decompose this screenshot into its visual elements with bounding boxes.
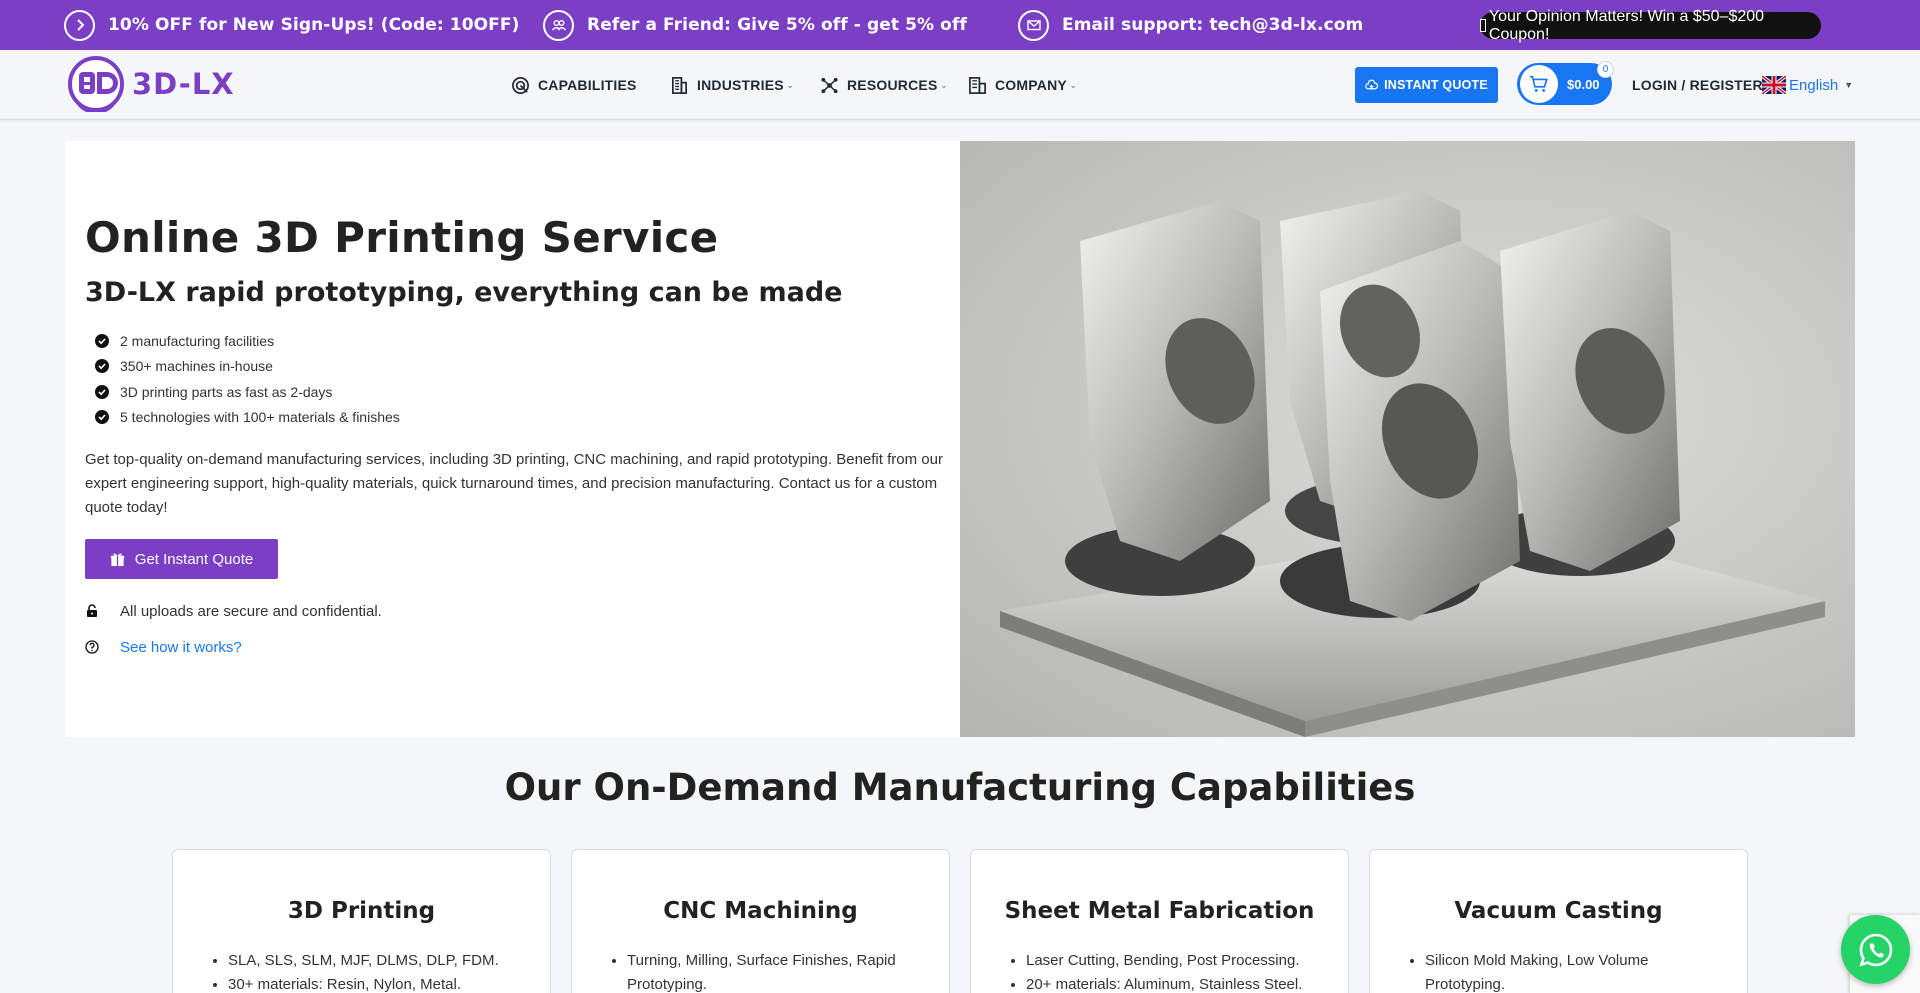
card-title: Sheet Metal Fabrication: [1004, 898, 1315, 924]
site-logo[interactable]: 3D-LX: [64, 56, 235, 114]
hero-feature-list: 2 manufacturing facilities 350+ machines…: [95, 328, 400, 430]
gift-icon: [110, 552, 124, 566]
promo-bar: 10% OFF for New Sign-Ups! (Code: 10OFF) …: [0, 0, 1920, 50]
card-list: Turning, Milling, Surface Finishes, Rapi…: [627, 949, 927, 993]
nav-company[interactable]: COMPANY ⌄: [968, 50, 1077, 120]
nav-resources[interactable]: RESOURCES ⌄: [820, 50, 947, 120]
coupon-survey-button[interactable]: Your Opinion Matters! Win a $50–$200 Cou…: [1480, 8, 1821, 43]
hero-section: Online 3D Printing Service 3D-LX rapid p…: [65, 141, 1855, 737]
chevron-down-icon: ⌄: [1069, 80, 1077, 90]
cart-icon: [1520, 65, 1558, 103]
how-it-works-link[interactable]: See how it works?: [120, 639, 242, 656]
page-subtitle: 3D-LX rapid prototyping, everything can …: [85, 277, 843, 308]
promo-referral[interactable]: Refer a Friend: Give 5% off - get 5% off: [543, 0, 967, 50]
network-icon: [821, 77, 838, 93]
list-item: 350+ machines in-house: [95, 354, 400, 380]
building-icon: [671, 76, 688, 94]
list-item: Laser Cutting, Bending, Post Processing.: [1026, 949, 1326, 973]
chevron-down-icon: ⌄: [786, 80, 794, 90]
list-item: SLA, SLS, SLM, MJF, DLMS, DLP, FDM.: [228, 949, 528, 973]
list-item-text: 350+ machines in-house: [120, 358, 273, 375]
capability-card-vacuum-casting[interactable]: Vacuum Casting Silicon Mold Making, Low …: [1369, 849, 1748, 993]
capability-card-cnc-machining[interactable]: CNC Machining Turning, Milling, Surface …: [571, 849, 950, 993]
card-list: SLA, SLS, SLM, MJF, DLMS, DLP, FDM. 30+ …: [228, 949, 528, 993]
instant-quote-label: INSTANT QUOTE: [1384, 78, 1488, 92]
secure-uploads-text: All uploads are secure and confidential.: [120, 602, 382, 620]
logo-text: 3D-LX: [132, 67, 235, 101]
capability-card-sheet-metal[interactable]: Sheet Metal Fabrication Laser Cutting, B…: [970, 849, 1349, 993]
nav-resources-label: RESOURCES: [847, 77, 938, 93]
cart-total: $0.00: [1567, 76, 1600, 92]
caret-down-icon: ▼: [1844, 80, 1854, 90]
list-item: 20+ materials: Aluminum, Stainless Steel…: [1026, 973, 1326, 993]
cart-count-badge: 0: [1597, 61, 1614, 78]
list-item: 30+ materials: Resin, Nylon, Metal.: [228, 973, 528, 993]
promo-referral-text: Refer a Friend: Give 5% off - get 5% off: [587, 15, 967, 35]
target-icon: [512, 76, 529, 94]
list-item-text: 3D printing parts as fast as 2-days: [120, 383, 333, 400]
list-item: Turning, Milling, Surface Finishes, Rapi…: [627, 949, 927, 993]
language-label: English: [1789, 76, 1839, 94]
chevron-down-icon: ⌄: [940, 80, 948, 90]
unlock-icon: [87, 604, 97, 617]
whatsapp-chat-button[interactable]: [1841, 915, 1910, 984]
secure-uploads-note: All uploads are secure and confidential.: [85, 600, 382, 622]
uk-flag-icon: [1762, 76, 1786, 94]
users-icon: [543, 9, 574, 41]
login-register-link[interactable]: LOGIN / REGISTER: [1632, 50, 1763, 120]
site-header: 3D-LX CAPABILITIES INDUSTRIES ⌄ RESOURCE…: [0, 50, 1920, 120]
cart-button[interactable]: $0.00 0: [1517, 61, 1614, 105]
nav-capabilities-label: CAPABILITIES: [538, 77, 637, 93]
promo-support-text: Email support: tech@3d-lx.com: [1062, 15, 1364, 35]
nav-capabilities[interactable]: CAPABILITIES: [511, 50, 637, 120]
nav-industries-label: INDUSTRIES: [697, 77, 784, 93]
list-item: 3D printing parts as fast as 2-days: [95, 379, 400, 405]
instant-quote-button[interactable]: INSTANT QUOTE: [1355, 67, 1498, 103]
mail-icon: [1018, 9, 1049, 41]
list-item-text: 5 technologies with 100+ materials & fin…: [120, 409, 400, 426]
capabilities-title: Our On-Demand Manufacturing Capabilities: [504, 766, 1416, 809]
list-item: 5 technologies with 100+ materials & fin…: [95, 405, 400, 431]
card-list: Silicon Mold Making, Low Volume Prototyp…: [1425, 949, 1725, 993]
list-item: Silicon Mold Making, Low Volume Prototyp…: [1425, 949, 1725, 993]
promo-signup-text: 10% OFF for New Sign-Ups! (Code: 10OFF): [108, 15, 520, 35]
hero-product-image: [960, 141, 1855, 737]
card-title: CNC Machining: [663, 898, 858, 924]
get-instant-quote-label: Get Instant Quote: [134, 550, 254, 568]
card-list: Laser Cutting, Bending, Post Processing.…: [1026, 949, 1326, 993]
list-item: 2 manufacturing facilities: [95, 328, 400, 354]
check-circle-icon: [95, 333, 109, 348]
promo-support[interactable]: Email support: tech@3d-lx.com: [1018, 0, 1363, 50]
language-selector[interactable]: English ▼: [1762, 50, 1853, 120]
cloud-upload-icon: [1365, 79, 1379, 90]
emoji-placeholder-icon: [1480, 19, 1486, 32]
question-circle-icon: [85, 640, 99, 654]
nav-company-label: COMPANY: [995, 77, 1067, 93]
promo-signup[interactable]: 10% OFF for New Sign-Ups! (Code: 10OFF): [64, 0, 519, 50]
logo-mark-icon: [64, 56, 128, 114]
how-it-works-row[interactable]: See how it works?: [85, 636, 242, 658]
card-title: Vacuum Casting: [1454, 898, 1663, 924]
nav-industries[interactable]: INDUSTRIES ⌄: [670, 50, 794, 120]
check-circle-icon: [95, 359, 109, 374]
list-item-text: 2 manufacturing facilities: [120, 332, 275, 349]
check-circle-icon: [95, 410, 109, 425]
office-icon: [969, 76, 986, 94]
chevron-right-icon: [64, 9, 95, 41]
whatsapp-icon: [1859, 933, 1892, 966]
capability-card-3d-printing[interactable]: 3D Printing SLA, SLS, SLM, MJF, DLMS, DL…: [172, 849, 551, 993]
coupon-survey-text: Your Opinion Matters! Win a $50–$200 Cou…: [1488, 7, 1765, 43]
page-title: Online 3D Printing Service: [85, 213, 719, 262]
check-circle-icon: [95, 384, 109, 399]
card-title: 3D Printing: [287, 898, 436, 924]
get-instant-quote-button[interactable]: Get Instant Quote: [85, 539, 278, 579]
hero-description: Get top-quality on-demand manufacturing …: [85, 451, 943, 516]
